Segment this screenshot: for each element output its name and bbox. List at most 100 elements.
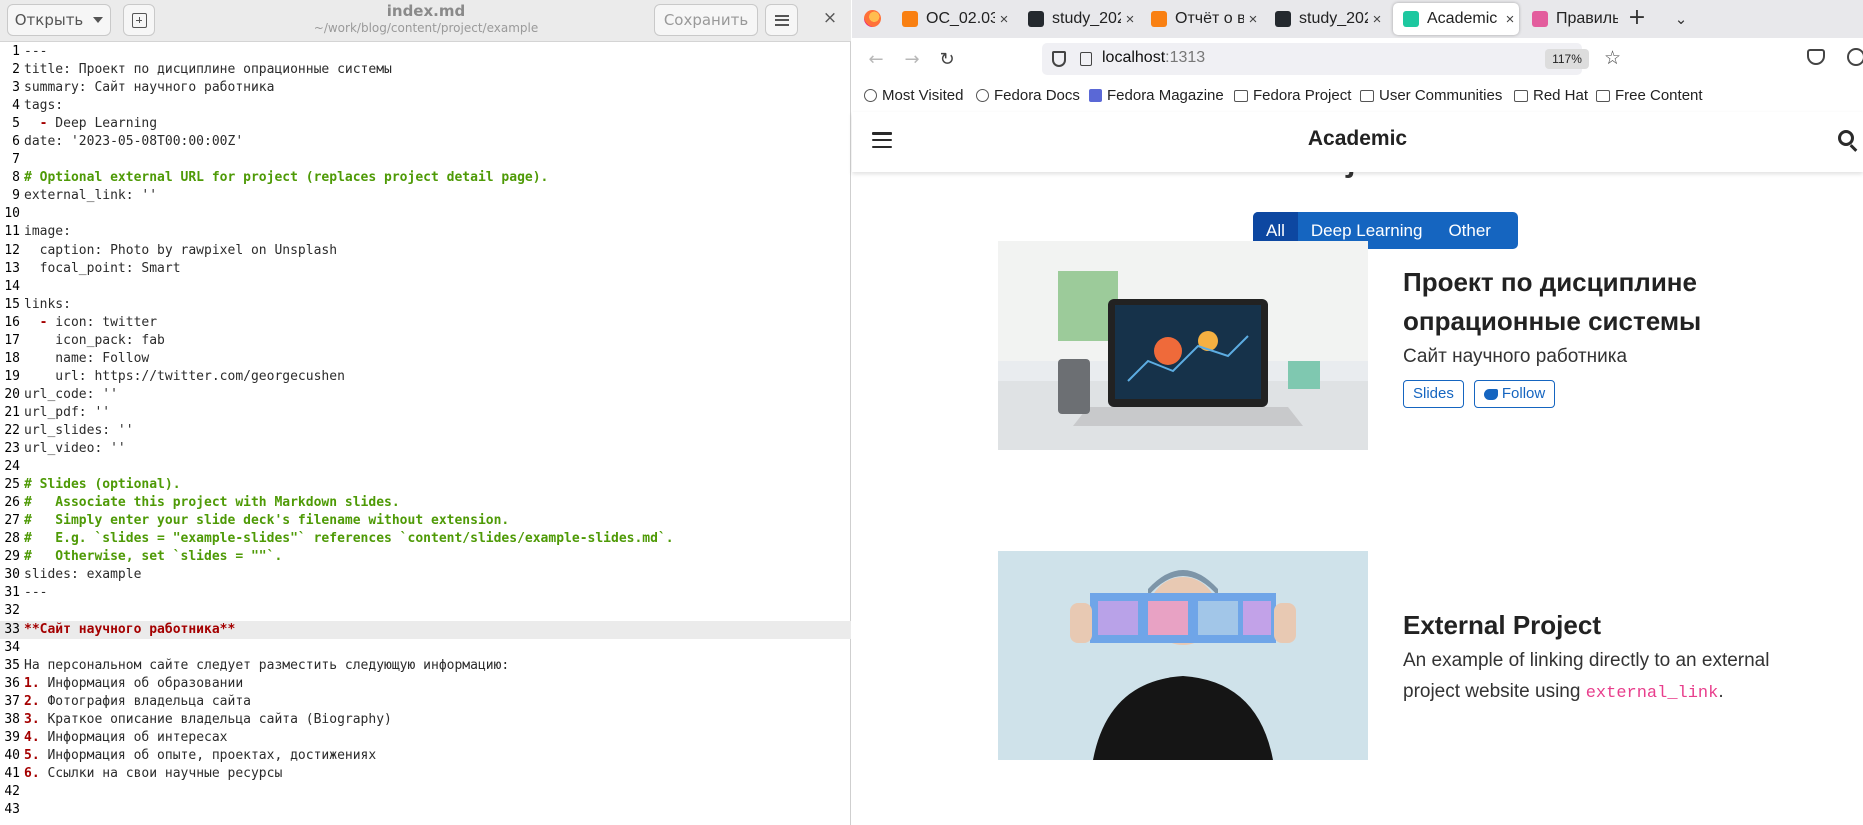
editor-line[interactable]: 5 - Deep Learning [0,115,851,133]
editor-line[interactable]: 12 caption: Photo by rawpixel on Unsplas… [0,242,851,260]
line-text: 3. Краткое описание владельца сайта (Bio… [24,711,392,727]
slides-button[interactable]: Slides [1403,380,1464,408]
editor-line[interactable]: 17 icon_pack: fab [0,332,851,350]
editor-line[interactable]: 30 slides: example [0,566,851,584]
firefox-view-icon[interactable] [864,10,881,27]
editor-line[interactable]: 26 # Associate this project with Markdown… [0,494,851,512]
project-image-holo-strip[interactable] [998,551,1368,760]
editor-line[interactable]: 15 links: [0,296,851,314]
project-image-laptop[interactable] [998,241,1368,450]
editor-line[interactable]: 27 # Simply enter your slide deck's filen… [0,512,851,530]
site-title[interactable]: Academic [852,127,1863,151]
editor-line[interactable]: 2 title: Проект по дисциплине опрационные… [0,61,851,79]
editor-line[interactable]: 10 [0,205,851,223]
browser-window: OC_02.03.0×study_2022-2×Отчёт о вып×stud… [852,0,1863,825]
tab-close-button[interactable]: × [1244,11,1262,28]
line-number: 25 [4,477,20,493]
editor-line[interactable]: 11 image: [0,223,851,241]
close-window-button[interactable]: × [820,8,840,28]
open-button[interactable]: Открыть [7,4,111,36]
new-document-button[interactable] [123,4,155,36]
address-bar[interactable]: localhost:1313 117% ☆ [1042,43,1621,75]
back-button[interactable]: ← [862,46,890,74]
editor-line[interactable]: 20 url_code: '' [0,386,851,404]
editor-line[interactable]: 29 # Otherwise, set `slides = ""`. [0,548,851,566]
editor-line[interactable]: 37 2. Фотография владельца сайта [0,693,851,711]
editor-line[interactable]: 35 На персональном сайте следует размести… [0,657,851,675]
editor-line[interactable]: 31 --- [0,584,851,602]
editor-line[interactable]: 9 external_link: '' [0,187,851,205]
bookmark-item[interactable]: User Communities [1360,87,1502,104]
editor-line[interactable]: 38 3. Краткое описание владельца сайта (B… [0,711,851,729]
editor-line[interactable]: 43 [0,801,851,819]
bookmark-label: Most Visited [882,87,964,104]
bookmark-item[interactable]: Fedora Docs [976,87,1080,104]
reload-button[interactable]: ↻ [933,46,961,74]
bookmark-item[interactable]: Free Content [1596,87,1703,104]
bookmark-star-icon[interactable]: ☆ [1604,47,1621,70]
browser-tab[interactable]: Academic × [1393,3,1519,35]
browser-tab[interactable]: study_2022-2× [1018,3,1139,35]
editor-menu-button[interactable] [765,4,798,36]
browser-tab[interactable]: Отчёт о вып× [1141,3,1262,35]
tab-close-button[interactable]: × [1368,11,1386,28]
project-title[interactable]: Проект по дисциплине опрационные системы [1403,263,1783,341]
bookmark-item[interactable]: Fedora Project [1234,87,1351,104]
editor-line[interactable]: 16 - icon: twitter [0,314,851,332]
editor-line[interactable]: 34 [0,639,851,657]
url-text[interactable]: localhost:1313 [1102,49,1205,67]
tab-close-button[interactable]: × [1501,11,1519,28]
bookmark-item[interactable]: Fedora Magazine [1089,87,1224,104]
editor-line[interactable]: 25 # Slides (optional). [0,476,851,494]
editor-line[interactable]: 40 5. Информация об опыте, проектах, дост… [0,747,851,765]
text-editor-window: Открыть index.md ~/work/blog/content/pro… [0,0,851,825]
editor-line[interactable]: 3 summary: Сайт научного работника [0,79,851,97]
editor-line[interactable]: 41 6. Ссылки на свои научные ресурсы [0,765,851,783]
editor-line[interactable]: 28 # E.g. `slides = "example-slides"` ref… [0,530,851,548]
editor-line[interactable]: 4 tags: [0,97,851,115]
editor-line[interactable]: 22 url_slides: '' [0,422,851,440]
tab-close-button[interactable]: × [1121,11,1139,28]
browser-tab[interactable]: study_2022-2× [1265,3,1386,35]
new-tab-button[interactable]: + [1624,6,1650,32]
editor-line[interactable]: 32 [0,602,851,620]
editor-text-area[interactable]: 1 --- 2 title: Проект по дисциплине опрацио… [0,43,851,825]
project-title[interactable]: External Project [1403,606,1783,645]
editor-line[interactable]: 6 date: '2023-05-08T00:00:00Z' [0,133,851,151]
editor-line[interactable]: 7 [0,151,851,169]
zoom-level-button[interactable]: 117% [1545,49,1589,69]
line-text: # E.g. `slides = "example-slides"` refer… [24,531,674,547]
bookmark-item[interactable]: Most Visited [864,87,963,104]
editor-line[interactable]: 18 name: Follow [0,350,851,368]
account-icon[interactable] [1847,48,1863,66]
editor-line[interactable]: 8 # Optional external URL for project (re… [0,169,851,187]
forward-button[interactable]: → [898,46,926,74]
page-info-icon[interactable] [1080,52,1092,66]
follow-button[interactable]: Follow [1473,380,1556,408]
save-button[interactable]: Сохранить [654,4,758,36]
editor-line[interactable]: 13 focal_point: Smart [0,260,851,278]
project-info: External Project An example of linking d… [1403,606,1783,709]
tracking-protection-icon[interactable] [1052,51,1066,67]
editor-line[interactable]: 36 1. Информация об образовании [0,675,851,693]
editor-line[interactable]: 14 [0,278,851,296]
editor-line[interactable]: 33 **Сайт научного работника** [0,620,851,639]
bookmark-item[interactable]: Red Hat [1514,87,1588,104]
browser-tab[interactable]: Правильная [1522,3,1618,35]
line-number: 1 [12,44,20,59]
editor-line[interactable]: 21 url_pdf: '' [0,404,851,422]
editor-line[interactable]: 19 url: https://twitter.com/georgecushen [0,368,851,386]
moodle-icon [1151,11,1167,27]
editor-line[interactable]: 23 url_video: '' [0,440,851,458]
list-all-tabs-button[interactable]: ⌄ [1668,6,1694,32]
tab-close-button[interactable]: × [995,11,1013,28]
line-number: 15 [4,296,20,312]
editor-line[interactable]: 1 --- [0,43,851,61]
editor-line[interactable]: 39 4. Информация об интересах [0,729,851,747]
folder-icon [1234,89,1248,102]
browser-tab[interactable]: OC_02.03.0× [892,3,1013,35]
search-icon[interactable] [1838,130,1854,146]
pocket-icon[interactable] [1807,49,1825,65]
editor-line[interactable]: 42 [0,783,851,801]
editor-line[interactable]: 24 [0,458,851,476]
